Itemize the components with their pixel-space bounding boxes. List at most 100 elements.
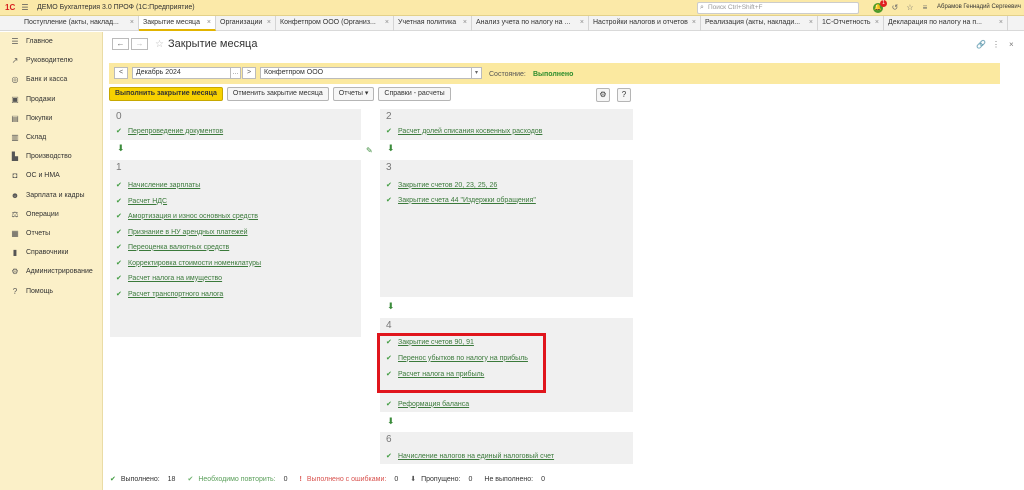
close-tab-icon[interactable]: × <box>580 16 584 31</box>
stage-item[interactable]: ✔ Начисление зарплаты <box>116 181 200 190</box>
sidebar-item-label: Помощь <box>26 287 54 295</box>
global-search-input[interactable]: ⌕ Поиск Ctrl+Shift+F <box>697 2 859 14</box>
stage-item[interactable]: ✔ Перепроведение документов <box>116 127 223 136</box>
more-actions-icon[interactable]: ⋮ <box>992 40 1000 49</box>
stage-item[interactable]: ✔ Корректировка стоимости номенклатуры <box>116 259 261 268</box>
tab-organizacii[interactable]: Организации × <box>216 16 276 31</box>
user-name[interactable]: Абрамов Геннадий Сергеевич <box>937 4 1021 10</box>
history-icon[interactable]: ↺ <box>890 3 900 13</box>
item-link[interactable]: Перепроведение документов <box>128 128 223 135</box>
close-tab-icon[interactable]: × <box>692 16 696 31</box>
sidebar-item-label: Зарплата и кадры <box>26 191 85 199</box>
settings-gear-button[interactable]: ⚙ <box>596 88 610 102</box>
more-icon[interactable]: ≡ <box>920 3 930 13</box>
close-tab-icon[interactable]: × <box>463 16 467 31</box>
reports-label: Отчеты <box>338 90 363 97</box>
sidebar-item-operacii[interactable]: ⚖ Операции <box>0 205 102 224</box>
tab-deklaraciya[interactable]: Декларация по налогу на п... × <box>884 16 1008 31</box>
stage-item[interactable]: ✔ Расчет налога на имущество <box>116 274 222 283</box>
sidebar-item-zarplata[interactable]: ☻ Зарплата и кадры <box>0 186 102 205</box>
item-link[interactable]: Признание в НУ арендных платежей <box>128 229 248 236</box>
tab-realizaciya[interactable]: Реализация (акты, наклади... × <box>701 16 818 31</box>
stage-item[interactable]: ✔ Начисление налогов на единый налоговый … <box>386 452 554 461</box>
period-select-button[interactable]: … <box>231 67 241 79</box>
item-link[interactable]: Реформация баланса <box>398 401 469 408</box>
sidebar-item-label: Покупки <box>26 114 53 122</box>
item-link[interactable]: Переоценка валютных средств <box>128 244 229 251</box>
stage-item[interactable]: ✔ Закрытие счетов 20, 23, 25, 26 <box>386 181 497 190</box>
organization-dropdown-icon[interactable]: ▾ <box>472 67 482 79</box>
item-link[interactable]: Расчет долей списания косвенных расходов <box>398 128 542 135</box>
sidebar-item-proizvodstvo[interactable]: ▙ Производство <box>0 147 102 166</box>
back-button[interactable]: ← <box>112 38 129 50</box>
sidebar-item-rukovoditelyu[interactable]: ↗ Руководителю <box>0 51 102 70</box>
link-icon[interactable]: 🔗 <box>976 40 986 49</box>
notifications-bell-icon[interactable]: 🔔 1 <box>873 0 887 13</box>
tab-postuplenie[interactable]: Поступление (акты, наклад... × <box>0 16 139 31</box>
stage-number: 3 <box>386 162 392 173</box>
item-link[interactable]: Корректировка стоимости номенклатуры <box>128 260 261 267</box>
period-field[interactable]: Декабрь 2024 <box>132 67 231 79</box>
counter-label: Не выполнено: <box>484 475 534 483</box>
item-link[interactable]: Расчет налога на имущество <box>128 275 222 282</box>
stage-item[interactable]: ✔ Расчет транспортного налога <box>116 290 223 299</box>
tab-konfetprom[interactable]: Конфетпром ООО (Организ... × <box>276 16 394 31</box>
reports-menu-button[interactable]: Отчеты ▾ <box>332 87 375 101</box>
sidebar-item-administrirovanie[interactable]: ⚙ Администрирование <box>0 262 102 281</box>
item-link[interactable]: Начисление зарплаты <box>128 182 200 189</box>
close-tab-icon[interactable]: × <box>267 16 271 31</box>
prev-period-button[interactable]: < <box>114 67 128 79</box>
down-arrow-icon: ⬇ <box>410 476 417 483</box>
favorites-star-icon[interactable]: ☆ <box>905 3 915 13</box>
close-tab-icon[interactable]: × <box>385 16 389 31</box>
item-link[interactable]: Начисление налогов на единый налоговый с… <box>398 453 554 460</box>
sidebar-item-pomosh[interactable]: ? Помощь <box>0 281 102 300</box>
run-close-month-button[interactable]: Выполнить закрытие месяца <box>109 87 223 101</box>
item-link[interactable]: Амортизация и износ основных средств <box>128 213 258 220</box>
next-period-button[interactable]: > <box>242 67 256 79</box>
stage-item[interactable]: ✔ Признание в НУ арендных платежей <box>116 228 248 237</box>
stage-item[interactable]: ✔ Реформация баланса <box>386 400 469 409</box>
stage-item[interactable]: ✔ Переоценка валютных средств <box>116 243 229 252</box>
down-arrow-icon: ⬇ <box>387 301 395 311</box>
forward-button[interactable]: → <box>131 38 148 50</box>
tab-1c-otchetnost[interactable]: 1С-Отчетность × <box>818 16 884 31</box>
help-calc-button[interactable]: Справки - расчеты <box>378 87 451 101</box>
app-title: ДЕМО Бухгалтерия 3.0 ПРОФ (1С:Предприяти… <box>37 4 195 11</box>
main-menu-icon[interactable]: ☰ <box>19 3 31 12</box>
close-tab-icon[interactable]: × <box>207 16 211 29</box>
tab-analiz-ucheta[interactable]: Анализ учета по налогу на ... × <box>472 16 589 31</box>
tab-zakrytie-mesyaca[interactable]: Закрытие месяца × <box>139 16 216 31</box>
stage-item[interactable]: ✔ Амортизация и износ основных средств <box>116 212 258 221</box>
tab-uchetnaya-politika[interactable]: Учетная политика × <box>394 16 472 31</box>
sidebar-item-bank[interactable]: ◎ Банк и касса <box>0 70 102 89</box>
sidebar-item-pokupki[interactable]: ▤ Покупки <box>0 109 102 128</box>
stage-item[interactable]: ✔ Расчет долей списания косвенных расходо… <box>386 127 542 136</box>
sidebar-item-prodazhi[interactable]: ▣ Продажи <box>0 90 102 109</box>
organization-field[interactable]: Конфетпром ООО <box>260 67 472 79</box>
check-icon: ✔ <box>116 244 122 251</box>
close-tab-icon[interactable]: × <box>875 16 879 31</box>
stage-item[interactable]: ✔ Закрытие счета 44 "Издержки обращения" <box>386 196 536 205</box>
edit-pencil-icon[interactable]: ✎ <box>366 146 373 155</box>
item-link[interactable]: Расчет транспортного налога <box>128 291 223 298</box>
help-button[interactable]: ? <box>617 88 631 102</box>
close-tab-icon[interactable]: × <box>130 16 134 31</box>
cancel-close-month-button[interactable]: Отменить закрытие месяца <box>226 87 329 101</box>
favorite-star-icon[interactable]: ☆ <box>155 39 164 50</box>
close-tab-icon[interactable]: × <box>809 16 813 31</box>
tab-nastroiki-nalogov[interactable]: Настройки налогов и отчетов × <box>589 16 701 31</box>
item-link[interactable]: Закрытие счетов 20, 23, 25, 26 <box>398 182 497 189</box>
check-icon: ✔ <box>187 476 194 483</box>
item-link[interactable]: Закрытие счета 44 "Издержки обращения" <box>398 197 536 204</box>
close-icon[interactable]: × <box>1009 40 1014 49</box>
sidebar-item-otchety[interactable]: ▦ Отчеты <box>0 224 102 243</box>
sidebar-item-sklad[interactable]: ▥ Склад <box>0 128 102 147</box>
sidebar-item-os-nma[interactable]: ◘ ОС и НМА <box>0 166 102 185</box>
stage-item[interactable]: ✔ Расчет НДС <box>116 197 167 206</box>
item-link[interactable]: Расчет НДС <box>128 198 167 205</box>
close-tab-icon[interactable]: × <box>999 16 1003 31</box>
sidebar-item-spravochniki[interactable]: ▮ Справочники <box>0 243 102 262</box>
check-icon: ✔ <box>116 229 122 236</box>
sidebar-item-glavnoe[interactable]: ☰ Главное <box>0 32 102 51</box>
